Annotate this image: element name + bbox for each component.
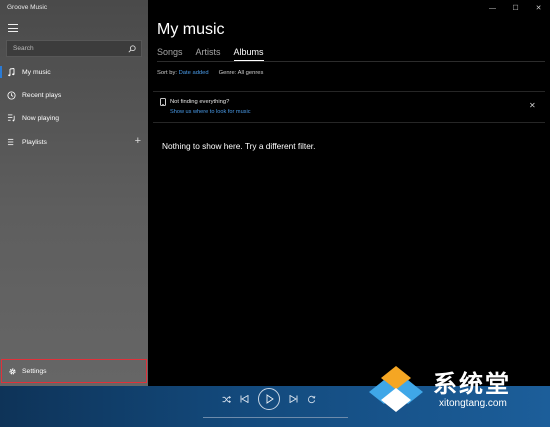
tab-bar: Songs Artists Albums	[157, 47, 264, 61]
watermark-url: xitongtang.com	[439, 398, 507, 409]
sidebar-item-my-music[interactable]: My music	[0, 62, 148, 82]
hamburger-menu-icon[interactable]	[8, 24, 18, 32]
now-playing-icon	[0, 114, 22, 122]
sidebar-item-settings[interactable]: Settings	[1, 359, 147, 383]
sidebar-item-label: Playlists	[22, 138, 47, 146]
sidebar-item-label: Now playing	[22, 114, 60, 122]
minimize-button[interactable]: —	[481, 0, 504, 16]
sidebar-item-label: My music	[22, 68, 51, 76]
watermark-logo-icon	[369, 366, 423, 412]
window-controls: — ☐ ✕	[481, 0, 550, 16]
search-box	[6, 40, 142, 57]
genre-label: Genre:	[218, 70, 237, 76]
sidebar-item-playlists[interactable]: Playlists +	[0, 132, 148, 152]
genre-filter: Genre: All genres	[219, 70, 264, 76]
sort-dropdown[interactable]: Date added	[179, 70, 209, 76]
tabs-divider	[157, 61, 545, 62]
app-title: Groove Music	[7, 4, 48, 11]
shuffle-icon[interactable]	[222, 395, 231, 403]
next-icon[interactable]	[289, 395, 298, 403]
settings-label: Settings	[22, 367, 47, 375]
sort-filter: Sort by: Date added	[157, 70, 209, 76]
play-icon[interactable]	[258, 388, 280, 410]
previous-icon[interactable]	[240, 395, 249, 403]
watermark-text: 系统堂	[433, 370, 511, 398]
empty-state-message: Nothing to show here. Try a different fi…	[162, 141, 316, 151]
page-title: My music	[157, 21, 225, 38]
watermark: 系统堂 xitongtang.com	[363, 360, 548, 418]
tab-albums[interactable]: Albums	[233, 47, 264, 61]
repeat-icon[interactable]	[307, 395, 316, 404]
phone-icon	[160, 98, 166, 106]
clock-icon	[0, 90, 22, 100]
notice-link[interactable]: Show us where to look for music	[170, 109, 251, 115]
notice-divider-bottom	[153, 122, 545, 123]
filter-row: Sort by: Date added Genre: All genres	[157, 70, 263, 76]
notice-close-button[interactable]: ✕	[529, 102, 536, 110]
notice-title: Not finding everything?	[170, 99, 230, 105]
genre-dropdown[interactable]: All genres	[238, 70, 264, 76]
maximize-button[interactable]: ☐	[504, 0, 527, 16]
sidebar-item-recent-plays[interactable]: Recent plays	[0, 85, 148, 105]
playlist-icon	[0, 138, 22, 146]
gear-icon	[2, 367, 22, 376]
music-note-icon	[0, 67, 22, 77]
sidebar-item-now-playing[interactable]: Now playing	[0, 108, 148, 128]
search-input[interactable]	[7, 45, 123, 52]
sort-label: Sort by:	[157, 70, 177, 76]
tab-artists[interactable]: Artists	[196, 47, 221, 60]
search-icon[interactable]	[123, 41, 141, 56]
tab-songs[interactable]: Songs	[157, 47, 183, 60]
notice-divider-top	[153, 91, 545, 92]
player-controls	[222, 388, 316, 410]
close-button[interactable]: ✕	[527, 0, 550, 16]
add-playlist-button[interactable]: +	[135, 135, 141, 147]
sidebar: Groove Music My music Recent plays Now p…	[0, 0, 148, 386]
seek-bar[interactable]	[203, 417, 348, 418]
sidebar-item-label: Recent plays	[22, 91, 62, 99]
